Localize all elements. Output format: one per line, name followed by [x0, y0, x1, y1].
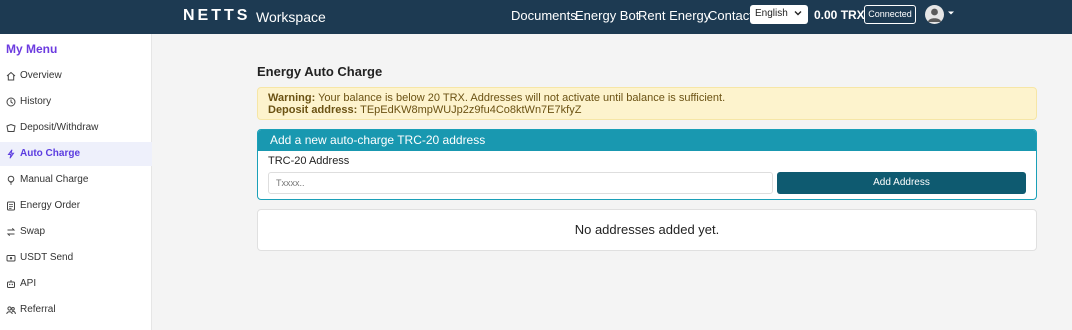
sidebar-item-label: Deposit/Withdraw: [20, 122, 99, 133]
nav-rent-energy[interactable]: Rent Energy: [638, 8, 710, 23]
deposit-address-value: TEpEdKW8mpWUJp2z9fu4Co8ktWn7E7kfyZ: [357, 104, 582, 116]
sidebar-item-label: Energy Order: [20, 200, 81, 211]
lightning-icon: [7, 149, 15, 159]
deposit-address-label: Deposit address:: [268, 104, 358, 116]
sidebar-item-history[interactable]: History: [0, 90, 152, 114]
sidebar-item-label: Manual Charge: [20, 174, 89, 185]
nav-energy-bot[interactable]: Energy Bot: [575, 8, 639, 23]
home-icon: [6, 71, 16, 81]
sidebar-item-overview[interactable]: Overview: [0, 64, 152, 88]
user-icon: [928, 8, 941, 22]
workspace-label: Workspace: [256, 9, 326, 25]
sidebar-item-api[interactable]: API: [0, 272, 152, 296]
sidebar-item-swap[interactable]: Swap: [0, 220, 152, 244]
connected-button[interactable]: Connected: [864, 5, 916, 24]
empty-addresses-message: No addresses added yet.: [257, 209, 1037, 251]
warning-label: Warning:: [268, 92, 316, 104]
sidebar-item-manual-charge[interactable]: Manual Charge: [0, 168, 152, 192]
top-navbar: NETTS Workspace Documents Energy Bot Ren…: [0, 0, 1072, 34]
sidebar-item-auto-charge[interactable]: Auto Charge: [0, 142, 152, 166]
order-icon: [7, 201, 15, 211]
sidebar-item-label: Swap: [20, 226, 46, 237]
robot-icon: [7, 280, 15, 288]
sidebar-item-referral[interactable]: Referral: [0, 298, 152, 322]
add-address-card: Add a new auto-charge TRC-20 address TRC…: [257, 129, 1037, 200]
nav-documents[interactable]: Documents: [511, 8, 577, 23]
wallet-icon: [6, 123, 16, 132]
sidebar-item-label: History: [20, 96, 52, 107]
sidebar-title: My Menu: [6, 42, 58, 56]
sidebar-item-label: Referral: [20, 304, 56, 315]
send-icon: [6, 255, 16, 262]
warning-line: Warning: Your balance is below 20 TRX. A…: [268, 92, 1026, 104]
add-address-button[interactable]: Add Address: [777, 172, 1026, 194]
avatar[interactable]: [925, 5, 944, 24]
balance-display: 0.00 TRX: [814, 8, 865, 22]
sidebar-item-energy-order[interactable]: Energy Order: [0, 194, 152, 218]
nav-contact[interactable]: Contact: [708, 8, 753, 23]
warning-text: Your balance is below 20 TRX. Addresses …: [315, 92, 726, 104]
sidebar-item-deposit-withdraw[interactable]: Deposit/Withdraw: [0, 116, 152, 140]
chevron-down-icon: [794, 11, 802, 16]
sidebar: My Menu Overview History Deposit/Withdra…: [0, 34, 152, 330]
swap-icon: [6, 227, 16, 237]
bulb-icon: [7, 175, 15, 185]
sidebar-item-label: Auto Charge: [20, 148, 80, 159]
people-icon: [6, 306, 16, 315]
deposit-line: Deposit address: TEpEdKW8mpWUJp2z9fu4Co8…: [268, 104, 1026, 116]
trc20-address-label: TRC-20 Address: [268, 155, 350, 167]
sidebar-item-label: USDT Send: [20, 252, 74, 263]
language-value: English: [755, 8, 788, 19]
language-select[interactable]: English: [750, 5, 808, 24]
logo[interactable]: NETTS: [183, 7, 250, 25]
clock-icon: [6, 97, 16, 107]
sidebar-item-label: Overview: [20, 70, 62, 81]
card-header: Add a new auto-charge TRC-20 address: [258, 130, 1036, 151]
balance-warning-alert: Warning: Your balance is below 20 TRX. A…: [257, 87, 1037, 120]
sidebar-item-usdt-send[interactable]: USDT Send: [0, 246, 152, 270]
sidebar-item-label: API: [20, 278, 37, 289]
caret-down-icon[interactable]: [947, 9, 955, 17]
page-title: Energy Auto Charge: [257, 64, 383, 79]
trc20-address-input[interactable]: [268, 172, 773, 194]
